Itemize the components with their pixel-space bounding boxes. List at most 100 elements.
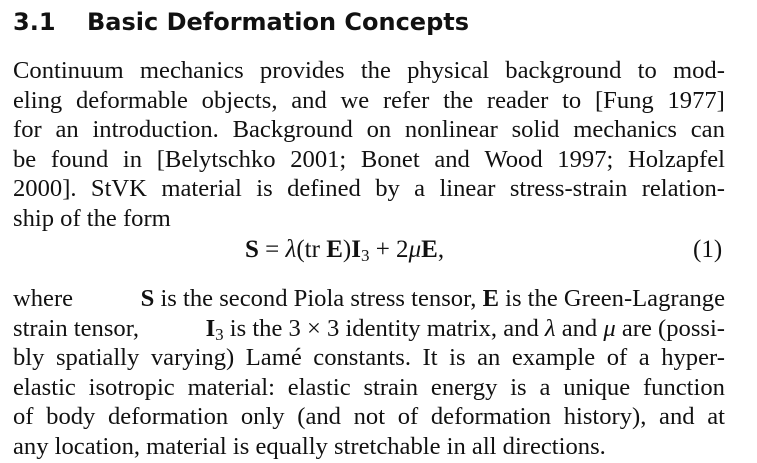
word: the [443, 87, 474, 114]
eq-open: (tr [296, 236, 327, 263]
paragraph-1-line-3: for an introduction. Background on nonlinear s… [13, 115, 725, 145]
word: mechanics [139, 57, 244, 84]
paragraph-2-line-1: where S is the second Piola stress tensor… [13, 284, 725, 314]
word: of [397, 403, 419, 430]
word: 1977] [667, 87, 725, 114]
paragraph-2-line-2: strain tensor, I3 is the 3 × 3 identity … [13, 314, 725, 344]
word: a [539, 374, 551, 401]
eq-plus: + 2 [369, 236, 409, 263]
word: Wood [484, 146, 543, 173]
word: deformation [430, 403, 552, 430]
word: StVK [90, 175, 147, 202]
word: (and [297, 403, 341, 430]
word: Holzapfel [627, 146, 725, 173]
word: is [449, 344, 466, 371]
word: strain [363, 374, 419, 401]
eq-symbol-E: E [326, 236, 343, 263]
word: energy [430, 374, 498, 401]
word: 1997; [557, 146, 614, 173]
p2-l2-text-4: are (possi- [615, 315, 725, 342]
word: elastic [287, 374, 351, 401]
eq-symbol-I: I [351, 236, 361, 263]
word: isotropic [88, 374, 175, 401]
paragraph-2-line-5: of body deformation only (and not of deformatio… [13, 402, 725, 432]
eq-symbol-E2: E [421, 236, 438, 263]
paragraph-1-line-1: Continuum mechanics provides the physical bac… [13, 56, 725, 86]
paragraph-1-line-6: ship of the form [13, 205, 171, 232]
word: in [122, 146, 143, 173]
p2-l2-text-2: is the 3 × 3 identity matrix, and [223, 315, 545, 342]
p2-l2-subscript: 3 [215, 325, 224, 344]
word: is [510, 374, 527, 401]
p2-l1-symbol-E: E [482, 285, 499, 312]
eq-symbol-S: S [245, 236, 259, 263]
word: material [161, 175, 242, 202]
word: of [606, 344, 628, 371]
word: introduction. [92, 116, 219, 143]
document-page: 3.1 Basic Deformation Concepts Continuum… [0, 0, 757, 463]
eq-lambda: λ [285, 236, 297, 263]
eq-equals: = [258, 236, 286, 263]
word: linear [439, 175, 496, 202]
word: and [434, 146, 470, 173]
word: eling [13, 87, 63, 114]
word: Lamé [245, 344, 302, 371]
word: and [659, 403, 695, 430]
word: not [353, 403, 386, 430]
eq-comma: , [437, 236, 445, 263]
p2-l2-text-3: and [555, 315, 604, 342]
word: be [13, 146, 37, 173]
section-title: Basic Deformation Concepts [87, 8, 470, 36]
word: mod- [672, 57, 725, 84]
word: It [422, 344, 438, 371]
word: hyper- [661, 344, 725, 371]
paragraph-1-line-2: eling deformable objects, and we refer the read… [13, 86, 725, 116]
word: for [13, 116, 42, 143]
word: deformation [108, 403, 229, 430]
p2-l1-symbol-S: S [140, 285, 155, 312]
word: can [690, 116, 725, 143]
p2-l2-symbol-I: I [205, 315, 216, 342]
word: 2001; [290, 146, 347, 173]
equation-1: S = λ(tr E)I3 + 2μE, [245, 233, 444, 267]
word: defined [287, 175, 361, 202]
word: provides [259, 57, 345, 84]
word: background [505, 57, 622, 84]
word: history), [563, 403, 647, 430]
word: solid [511, 116, 560, 143]
word: nonlinear [404, 116, 498, 143]
word: 2000]. [13, 175, 77, 202]
paragraph-2-line-3: bly spatially varying) Lamé constants. It is an… [13, 343, 725, 373]
word: the [360, 57, 391, 84]
p2-l2-mu: μ [603, 315, 616, 342]
word: body [46, 403, 96, 430]
word: unique [563, 374, 631, 401]
equation-number: (1) [693, 236, 723, 263]
section-number: 3.1 [13, 8, 56, 36]
p2-l1-text-2: is the second Piola stress tensor, [154, 285, 483, 312]
word: objects, [201, 87, 278, 114]
word: example [511, 344, 596, 371]
word: [Fung [594, 87, 654, 114]
eq-mu: μ [408, 236, 422, 263]
p2-l2-text-1: strain tensor, [13, 315, 146, 342]
paragraph-2-line-4: elastic isotropic material: elastic strain en… [13, 373, 725, 403]
paragraph-2-line-6: any location, material is equally stretc… [13, 433, 606, 460]
word: of [13, 403, 34, 430]
word: on [366, 116, 392, 143]
word: mechanics [573, 116, 677, 143]
p2-l1-text-1: where [13, 285, 74, 312]
paragraph-1-line-5: 2000]. StVK material is defined by a linear stre… [13, 174, 725, 204]
word: to [637, 57, 657, 84]
word: material: [187, 374, 275, 401]
word: varying) [150, 344, 235, 371]
word: Background [232, 116, 353, 143]
word: an [55, 116, 79, 143]
word: a [414, 175, 426, 202]
word: only [240, 403, 285, 430]
word: to [562, 87, 582, 114]
word: refer [382, 87, 430, 114]
word: stress-strain [509, 175, 628, 202]
p2-l1-text-3: is the Green-Lagrange [498, 285, 725, 312]
word: relation- [641, 175, 725, 202]
